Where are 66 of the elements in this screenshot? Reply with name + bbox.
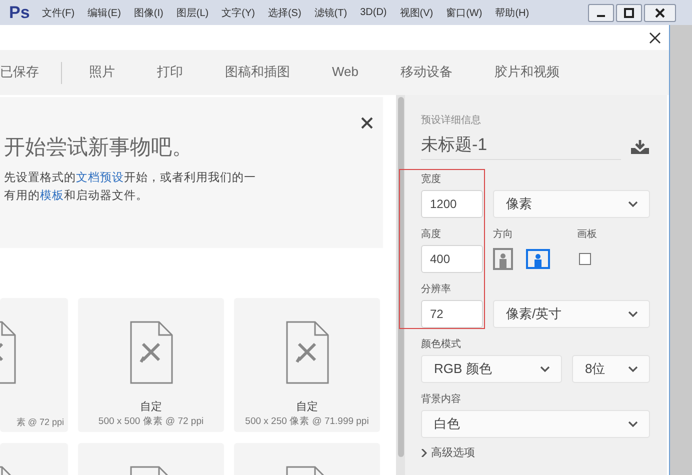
bit-depth-dropdown[interactable]: 8位 <box>572 355 650 383</box>
field-label: 背景内容 <box>421 392 462 406</box>
artboard-checkbox[interactable] <box>579 253 591 265</box>
field-label: 画板 <box>577 228 597 241</box>
height-field[interactable]: 400 <box>421 245 483 273</box>
menu-item[interactable]: 选择(S) <box>268 6 302 20</box>
landscape-orientation-icon[interactable] <box>526 249 550 269</box>
chevron-down-icon <box>627 364 639 374</box>
scrollbar-thumb[interactable] <box>398 97 404 457</box>
menu-item[interactable]: 图层(L) <box>176 6 209 20</box>
document-name: 未标题-1 <box>421 133 621 160</box>
menu-item[interactable]: 帮助(H) <box>495 6 530 20</box>
width-field[interactable]: 1200 <box>421 190 483 218</box>
close-icon[interactable] <box>361 117 373 129</box>
menu-item[interactable]: 窗口(W) <box>446 6 482 20</box>
link[interactable]: 模板 <box>40 190 64 202</box>
close-icon[interactable] <box>649 32 661 44</box>
preset-card[interactable]: 自定 500 x 500 像素 @ 72 ppi <box>78 298 224 432</box>
menu-item[interactable]: 文件(F) <box>42 6 75 20</box>
document-icon <box>284 320 330 385</box>
chevron-down-icon <box>539 364 551 374</box>
document-icon <box>128 320 174 385</box>
category-tab[interactable]: Web <box>332 60 358 85</box>
close-icon[interactable] <box>644 4 676 22</box>
chevron-down-icon <box>627 200 639 208</box>
intro-text: 先设置格式的文档预设开始，或者利用我们的一 有用的模板和启动器文件。 <box>4 170 257 204</box>
category-tab[interactable]: 图稿和插图 <box>225 58 290 86</box>
minimize-icon[interactable] <box>588 4 614 22</box>
field-label: 方向 <box>493 228 514 241</box>
preset-card[interactable]: 自定 500 x 250 像素 @ 71.999 ppi <box>234 298 380 432</box>
panel-heading: 预设详细信息 <box>421 114 482 127</box>
maximize-icon[interactable] <box>616 4 642 22</box>
unit-dropdown[interactable]: 像素/英寸 <box>493 300 650 328</box>
intro-heading: 开始尝试新事物吧。 <box>4 135 194 161</box>
category-tab[interactable]: 照片 <box>89 58 115 86</box>
preset-name: 自定 <box>140 400 162 414</box>
menu-item[interactable]: 图像(I) <box>134 6 164 20</box>
chevron-down-icon <box>627 420 639 428</box>
advanced-options-toggle[interactable]: 高级选项 <box>421 445 650 460</box>
preset-size: 500 x 250 像素 @ 71.999 ppi <box>245 415 369 428</box>
menu-item[interactable]: 3D(D) <box>360 7 387 18</box>
preset-size: 素 @ 72 ppi <box>16 416 64 429</box>
chevron-down-icon <box>627 310 639 318</box>
menu-item[interactable]: 视图(V) <box>400 6 434 20</box>
preset-size: 500 x 500 像素 @ 72 ppi <box>98 415 204 428</box>
menu-item[interactable]: 编辑(E) <box>88 6 121 20</box>
unit-dropdown[interactable]: 像素 <box>493 190 650 218</box>
preset-card[interactable]: 素 @ 72 ppi <box>0 298 68 432</box>
category-tab[interactable]: 胶片和视频 <box>494 58 560 86</box>
menu-item[interactable]: 文字(Y) <box>222 6 255 20</box>
field-label: 颜色模式 <box>421 338 462 351</box>
resolution-field[interactable]: 72 <box>421 300 483 328</box>
app-logo: Ps <box>9 2 30 22</box>
portrait-orientation-icon[interactable] <box>493 248 513 270</box>
category-tab[interactable]: 移动设备 <box>400 58 452 86</box>
link[interactable]: 文档预设 <box>76 172 124 184</box>
save-preset-icon[interactable] <box>630 138 650 154</box>
preset-name: 自定 <box>296 400 318 414</box>
category-tab[interactable]: 已保存 <box>0 58 39 86</box>
category-tab[interactable]: 打印 <box>157 58 183 86</box>
field-label: 分辨率 <box>421 282 452 296</box>
color-mode-dropdown[interactable]: RGB 颜色 <box>421 355 562 383</box>
field-label: 高度 <box>421 228 442 241</box>
menu-item[interactable]: 滤镜(T) <box>314 6 348 20</box>
field-label: 宽度 <box>421 172 442 186</box>
background-dropdown[interactable]: 白色 <box>421 410 650 438</box>
